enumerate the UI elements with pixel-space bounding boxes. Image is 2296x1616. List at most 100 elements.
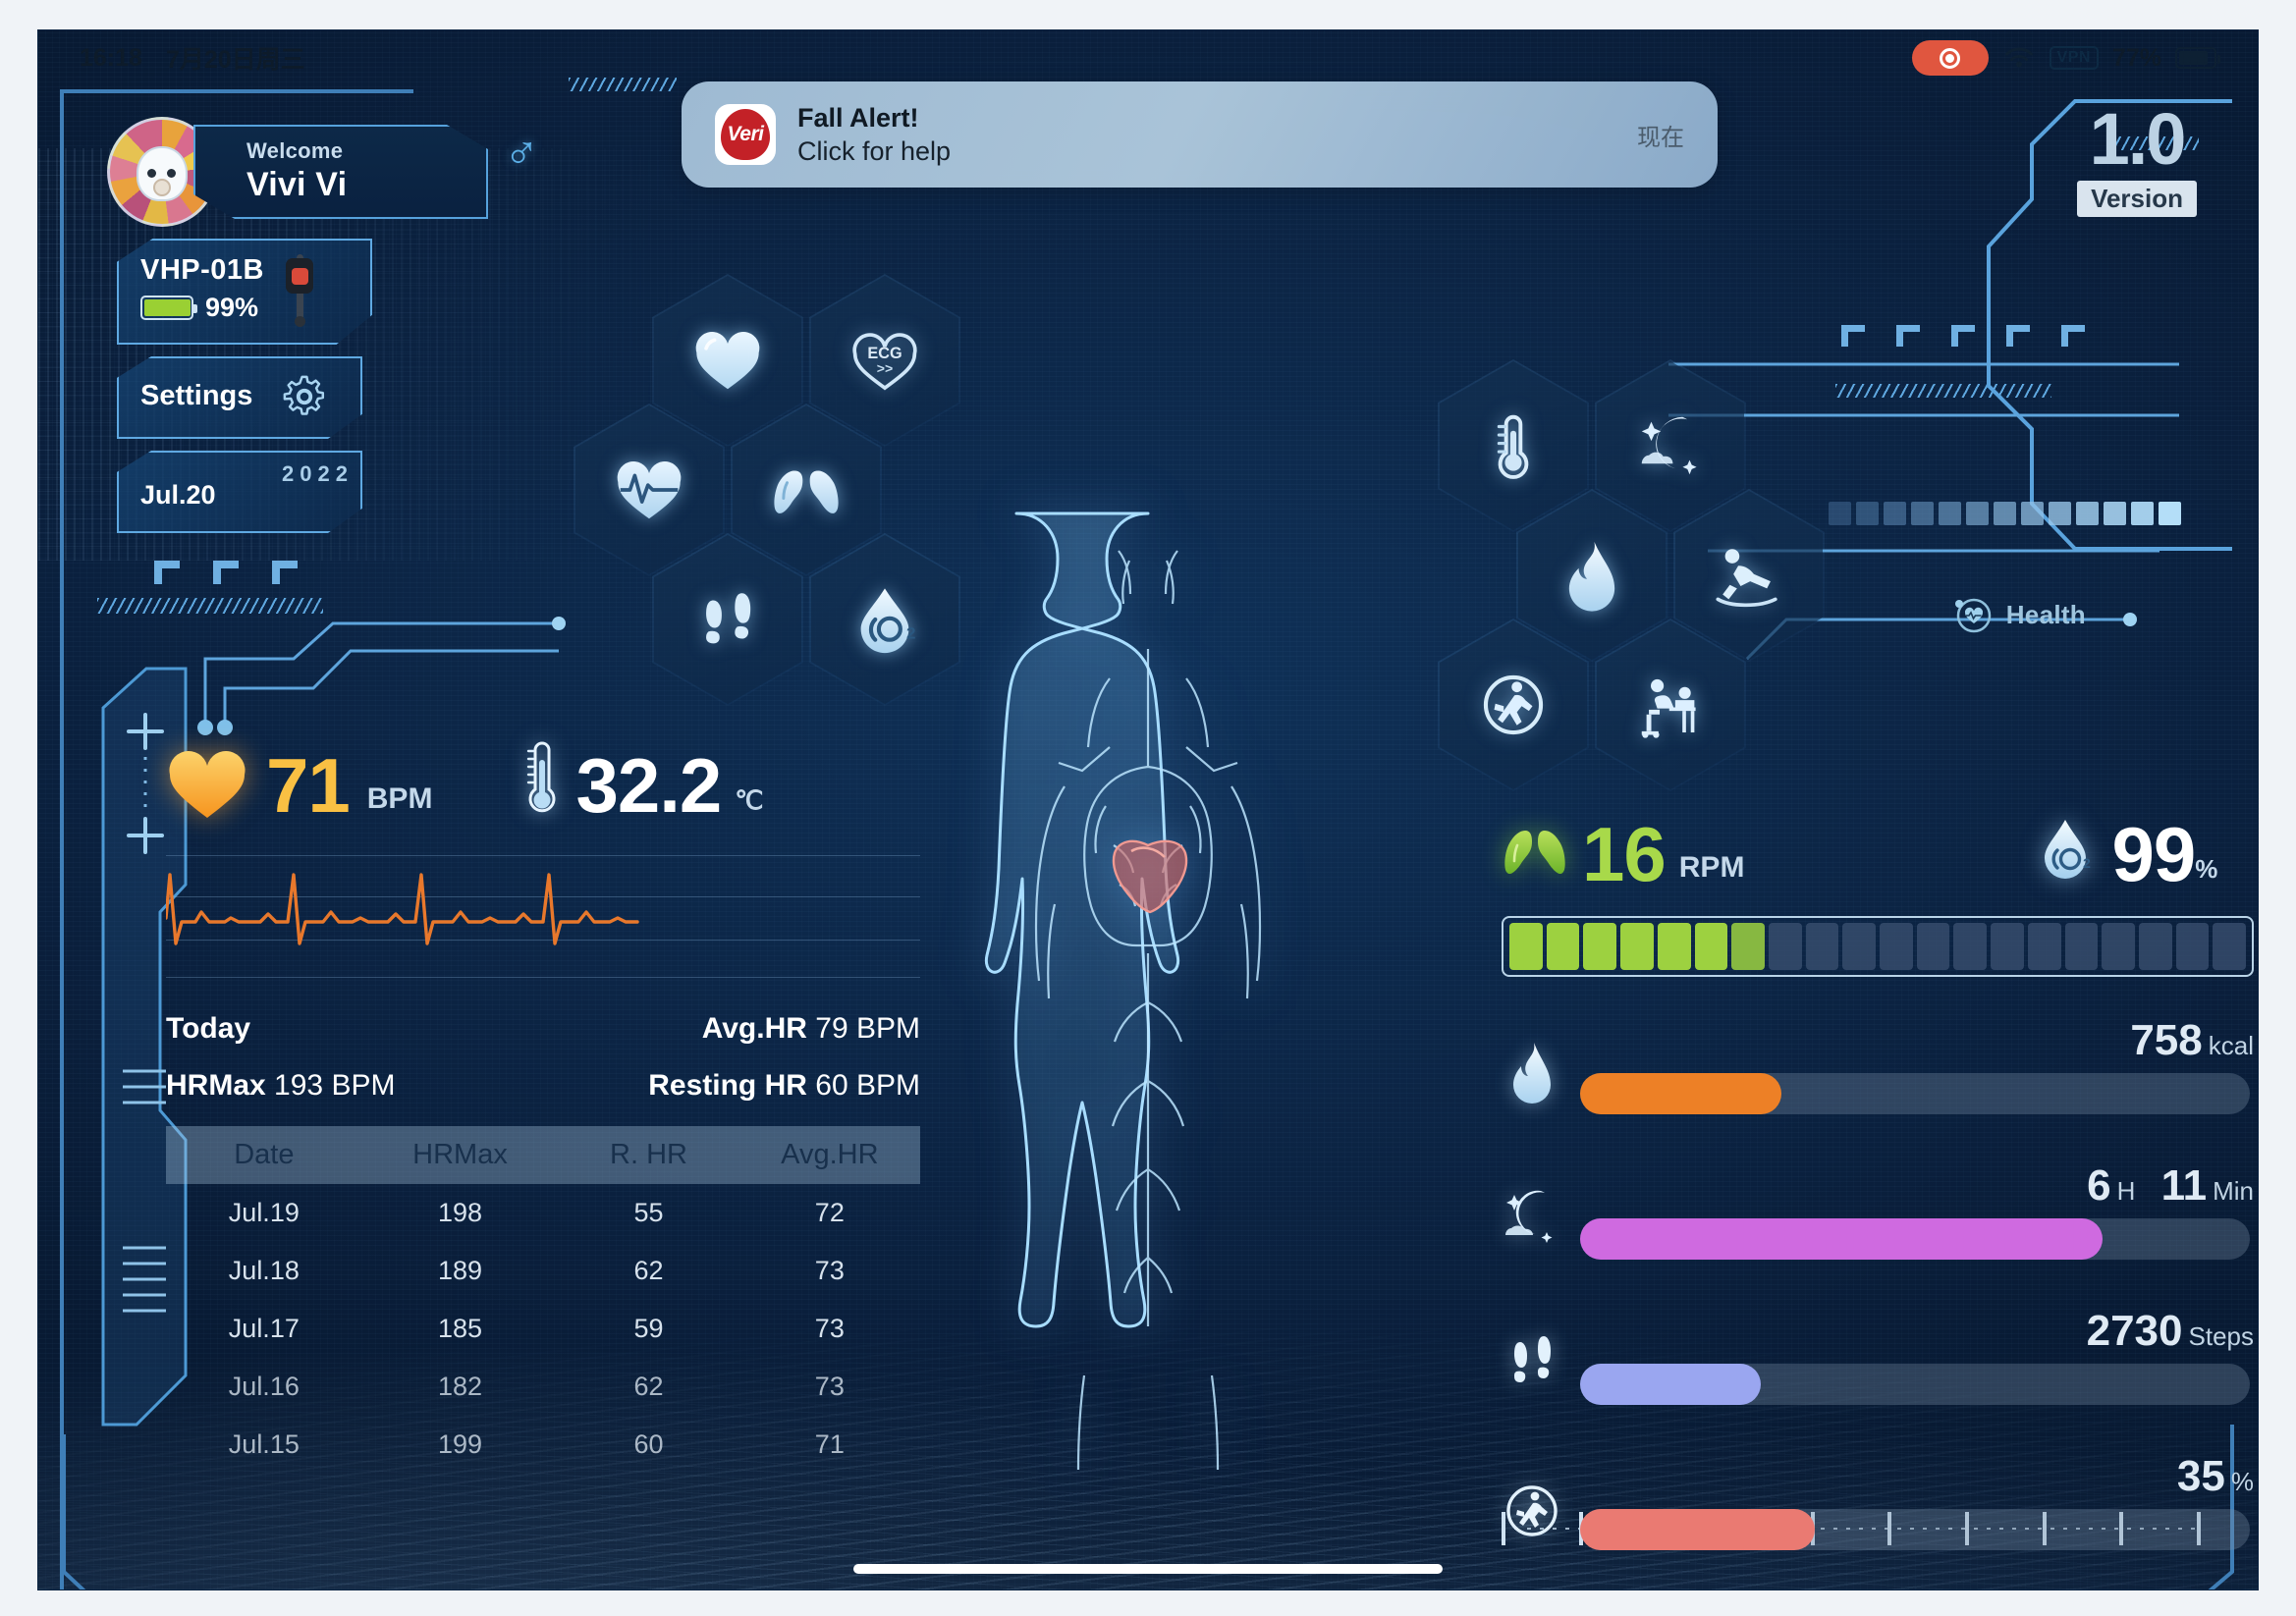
steps-progress-track	[1580, 1364, 2250, 1405]
version-badge: Version	[2077, 180, 2197, 217]
device-battery-icon	[140, 296, 197, 320]
cell-avghr: 73	[814, 1256, 845, 1285]
temperature-group: 32.2 ℃	[522, 737, 764, 824]
heartbeat-icon	[611, 452, 687, 528]
hrmax-label: HRMax	[166, 1069, 266, 1102]
flame-icon	[1554, 537, 1630, 614]
cell-rhr: 62	[633, 1256, 664, 1285]
cell-hrmax: 189	[437, 1256, 483, 1285]
exercise-value: 35	[2176, 1452, 2225, 1500]
table-row[interactable]: Jul.17 185 59 73	[166, 1300, 920, 1358]
ecg-chart[interactable]	[166, 849, 920, 979]
activity-row-calories[interactable]: 758 kcal	[1502, 1016, 2258, 1122]
spo2-value: 99	[2111, 811, 2196, 898]
svg-text:2: 2	[2083, 855, 2091, 871]
cell-date: Jul.16	[228, 1372, 300, 1401]
smartwatch-icon	[286, 254, 313, 329]
cell-hrmax: 198	[437, 1198, 483, 1227]
exercise-progress-track	[1580, 1509, 2250, 1550]
welcome-row: Welcome Vivi Vi ♂	[107, 117, 539, 227]
sleep-minutes-unit: Min	[2213, 1176, 2254, 1206]
hud-circuit-lines	[154, 561, 566, 735]
sleep-moon-icon	[1502, 1185, 1562, 1256]
hex-steps[interactable]	[652, 533, 803, 706]
temperature-unit: ℃	[735, 785, 764, 815]
primary-vitals-row: 71 BPM 32.2 ℃	[166, 737, 942, 824]
cell-hrmax: 182	[437, 1372, 483, 1401]
hrmax-group: HRMax 193 BPM	[166, 1069, 395, 1103]
cell-avghr: 71	[814, 1429, 845, 1459]
heart-rate-unit: BPM	[366, 782, 433, 815]
respiration-value: 16	[1582, 811, 1667, 898]
oxygen-drop-icon: 2	[847, 581, 923, 658]
health-label: Health	[2005, 599, 2086, 629]
cell-date: Jul.19	[228, 1198, 300, 1227]
veri-app-icon: Veri	[715, 104, 776, 165]
table-row[interactable]: Jul.18 189 62 73	[166, 1242, 920, 1300]
cell-hrmax: 199	[437, 1429, 483, 1459]
health-tag: Health	[1951, 592, 2086, 637]
respiration-unit: RPM	[1678, 851, 1745, 884]
record-indicator-icon[interactable]	[1911, 40, 1989, 76]
version-block: 1.0 Version	[2077, 98, 2197, 217]
cell-rhr: 59	[633, 1314, 664, 1343]
settings-button[interactable]: Settings	[117, 356, 362, 439]
spo2-segment-bar	[1502, 916, 2254, 977]
sidebar: Welcome Vivi Vi ♂ VHP-01B 99% Settings J…	[107, 117, 539, 533]
cell-rhr: 60	[633, 1429, 664, 1459]
app-screen: 16:18 7月20日周三 VPN 77% Veri Fall Alert! C…	[37, 29, 2259, 1590]
welcome-label: Welcome	[246, 138, 344, 163]
table-row[interactable]: Jul.19 198 55 72	[166, 1184, 920, 1242]
resting-hr-group: Resting HR 60 BPM	[648, 1069, 920, 1103]
veri-logo-text: Veri	[721, 109, 770, 160]
cell-rhr: 62	[633, 1372, 664, 1401]
lungs-icon	[1502, 818, 1568, 890]
sleep-hours-unit: H	[2116, 1176, 2136, 1206]
sleep-moon-icon	[1632, 407, 1709, 484]
hr-summary-row-1: Today Avg.HR 79 BPM	[166, 1012, 920, 1046]
notification-body: Click for help	[797, 135, 952, 166]
activity-row-sleep[interactable]: 6H 11 Min	[1502, 1161, 2258, 1267]
running-icon	[1475, 667, 1552, 743]
activity-row-steps[interactable]: 2730 Steps	[1502, 1307, 2258, 1413]
spo2-unit: %	[2195, 854, 2218, 884]
heart-rate-icon	[166, 745, 248, 822]
table-row[interactable]: Jul.16 182 62 73	[166, 1358, 920, 1416]
right-metrics-panel: 16 RPM 2 99 % 758 kcal 6 H 11 Min 2730 S…	[1502, 816, 2258, 1558]
heart-rate-history-table[interactable]: Date HRMax R. HR Avg.HR Jul.19 198 55 72…	[166, 1126, 920, 1474]
resting-hr-value: 60	[815, 1069, 848, 1102]
ecg-heart-icon: ECG >>	[847, 322, 923, 399]
device-panel[interactable]: VHP-01B 99%	[117, 239, 372, 345]
decorative-segment-strip	[1829, 502, 2181, 525]
calories-value-group: 758 kcal	[2130, 1016, 2254, 1065]
human-body-diagram[interactable]	[917, 492, 1379, 1533]
sleep-minutes-value: 11	[2160, 1161, 2208, 1210]
hr-summary-row-2: HRMax 193 BPM Resting HR 60 BPM	[166, 1069, 920, 1103]
gear-icon	[283, 375, 325, 415]
hex-spo2[interactable]: 2	[809, 533, 960, 706]
heart-icon	[689, 322, 766, 399]
cell-date: Jul.15	[228, 1429, 300, 1459]
table-row[interactable]: Jul.15 199 60 71	[166, 1416, 920, 1474]
hrmax-unit: BPM	[331, 1069, 396, 1102]
date-panel[interactable]: Jul.20 2022	[117, 451, 362, 533]
device-name: VHP-01B	[140, 254, 264, 286]
version-number: 1.0	[2089, 98, 2187, 180]
avg-hr-value: 79	[815, 1012, 848, 1045]
footsteps-icon	[1502, 1330, 1562, 1401]
calories-progress-fill	[1580, 1073, 1781, 1114]
hex-exercise[interactable]	[1438, 619, 1589, 791]
cell-avghr: 73	[814, 1372, 845, 1401]
steps-value: 2730	[2086, 1307, 2183, 1355]
hex-sedentary[interactable]	[1595, 619, 1746, 791]
flame-icon	[1502, 1040, 1562, 1110]
footsteps-icon	[689, 581, 766, 658]
vpn-badge: VPN	[2049, 46, 2099, 70]
activity-row-exercise[interactable]: 35%	[1502, 1452, 2258, 1558]
calories-unit: kcal	[2208, 1031, 2254, 1060]
fall-alert-notification[interactable]: Veri Fall Alert! Click for help 现在	[682, 81, 1718, 188]
cell-avghr: 73	[814, 1314, 845, 1343]
status-bar: 16:18 7月20日周三 VPN 77%	[38, 30, 2258, 85]
steps-value-group: 2730 Steps	[2087, 1307, 2254, 1356]
home-indicator[interactable]	[853, 1564, 1443, 1574]
